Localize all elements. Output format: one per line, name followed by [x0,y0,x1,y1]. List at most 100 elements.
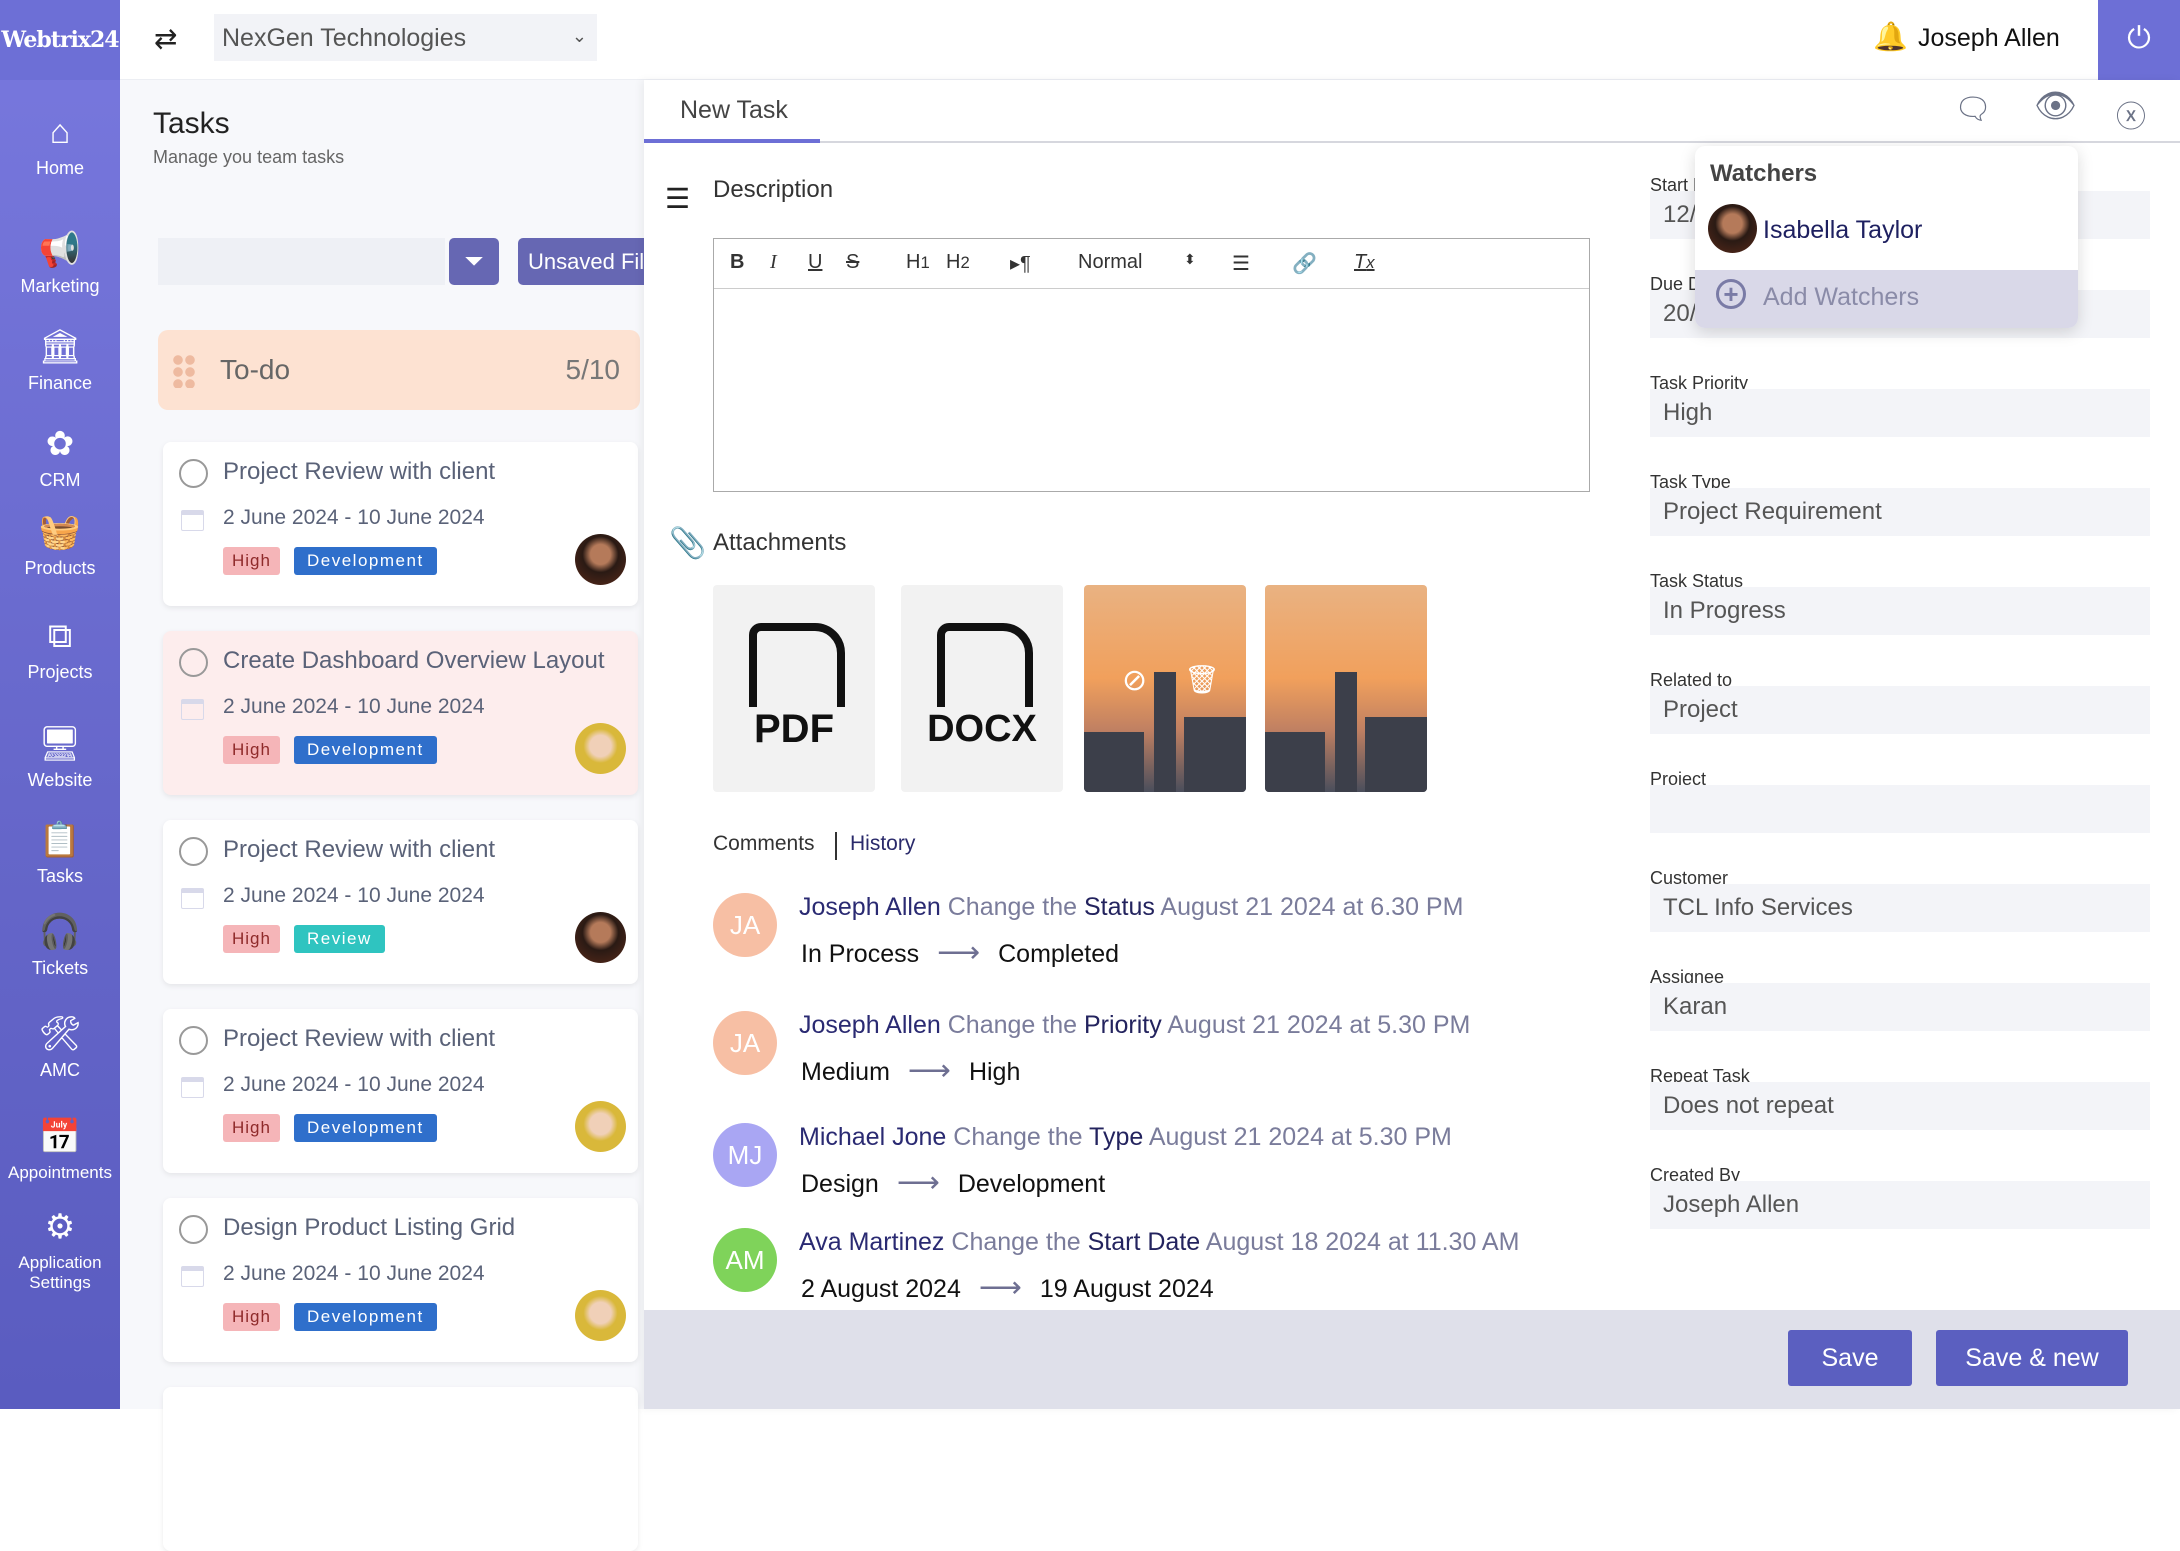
arrow-right-icon: ⟶ [907,1054,951,1087]
power-icon[interactable]: ⏻ [2098,0,2180,80]
field-task-status[interactable]: In Progress [1650,587,2150,635]
paragraph-direction-icon[interactable]: ▸¶ [1010,251,1031,276]
sidebar-item-website[interactable]: 🖥 Website [0,722,120,791]
sidebar-item-marketing[interactable]: 📢 Marketing [0,228,120,297]
strikethrough-icon[interactable]: S [846,251,859,274]
task-title: Project Review with client [223,1025,496,1052]
field-repeat-task[interactable]: Does not repeat [1650,1082,2150,1130]
column-header-todo[interactable]: To-do 5/10 [158,330,640,410]
heading2-icon[interactable]: H2 [946,251,970,274]
sidebar-item-application-settings[interactable]: ⚙ Application Settings [0,1205,120,1293]
headset-icon: 🎧 [38,913,82,951]
history-verb: Change the [947,1011,1078,1039]
history-time: August 18 2024 at 11.30 AM [1205,1228,1520,1256]
heading1-icon[interactable]: H1 [906,251,930,274]
select-arrows-icon[interactable]: ⬍ [1184,251,1196,268]
attachments-label: Attachments [713,529,847,556]
format-select[interactable]: Normal [1078,251,1142,274]
add-watchers-label: Add Watchers [1763,283,1920,311]
task-card[interactable]: Project Review with client 2 June 2024 - … [163,820,638,984]
watcher-name[interactable]: Isabella Taylor [1763,216,1922,245]
field-assignee[interactable]: Karan [1650,983,2150,1031]
avatar [575,1290,626,1341]
user-name[interactable]: Joseph Allen [1918,24,2060,53]
task-card[interactable]: Design Product Listing Grid 2 June 2024 -… [163,1198,638,1362]
add-watchers-button[interactable]: + Add Watchers [1695,270,2078,328]
search-input[interactable] [158,238,445,285]
divider [835,832,837,860]
clear-format-icon[interactable]: Tx [1354,251,1375,274]
task-card[interactable]: Create Dashboard Overview Layout 2 June 2… [163,631,638,795]
history-user[interactable]: Joseph Allen [799,1011,941,1039]
save-button[interactable]: Save [1788,1330,1912,1386]
checkbox[interactable] [179,1215,208,1244]
eye-icon[interactable]: 👁 [2034,86,2077,126]
field-created-by[interactable]: Joseph Allen [1650,1181,2150,1229]
filter-icon[interactable]: ⏷ [449,238,499,285]
field-task-priority[interactable]: High [1650,389,2150,437]
projects-icon: ⧉ [47,617,73,655]
history-user[interactable]: Michael Jone [799,1123,946,1151]
field-related-to[interactable]: Project [1650,686,2150,734]
sidebar-item-appointments[interactable]: 📅 Appointments [0,1115,120,1183]
avatar [575,534,626,585]
sidebar-item-label: Application Settings [18,1253,102,1292]
swap-icon[interactable]: ⇄ [154,22,177,55]
attachment-image[interactable]: ⊘ 🗑 [1084,585,1246,792]
sidebar-item-tasks[interactable]: 📋 Tasks [0,818,120,887]
sidebar-item-home[interactable]: ⌂ Home [0,110,120,179]
tab-new-task[interactable]: New Task [680,96,788,125]
underline-icon[interactable]: U [808,251,822,274]
sidebar-item-crm[interactable]: ✿ CRM [0,422,120,491]
link-icon[interactable]: 🔗 [1292,251,1317,276]
sidebar-item-projects[interactable]: ⧉ Projects [0,614,120,683]
checkbox[interactable] [179,648,208,677]
sidebar-item-products[interactable]: 🧺 Products [0,510,120,579]
gears-icon: ⚙ [44,1208,76,1246]
hide-icon[interactable]: ⊘ [1122,663,1147,698]
sidebar-item-finance[interactable]: 🏛 Finance [0,325,120,394]
logo[interactable]: Webtrix24 [0,0,120,80]
avatar: AM [713,1228,777,1292]
comment-icon[interactable]: 🗨 [1954,92,1992,127]
task-dates: 2 June 2024 - 10 June 2024 [223,884,485,907]
unsaved-filter-button[interactable]: Unsaved Filter [518,238,644,285]
company-select[interactable]: NexGen Technologies ⌄ [214,14,597,61]
field-project[interactable] [1650,785,2150,833]
tab-comments[interactable]: Comments [713,832,815,856]
sidebar-item-label: Products [24,558,96,578]
description-editor[interactable]: B I U S H1 H2 ▸¶ Normal ⬍ ☰ 🔗 Tx [713,238,1590,492]
attachment-image[interactable] [1265,585,1427,792]
attachment-pdf[interactable]: PDF [713,585,875,792]
task-card[interactable]: Project Review with client 2 June 2024 - … [163,1009,638,1173]
bell-icon[interactable]: 🔔 [1873,20,1908,53]
task-card[interactable]: Project Review with client 2 June 2024 - … [163,442,638,606]
italic-icon[interactable]: I [770,251,777,274]
checkbox[interactable] [179,837,208,866]
sidebar-item-amc[interactable]: 🛠 AMC [0,1012,120,1081]
close-icon[interactable]: ⓧ [2116,92,2146,136]
paperclip-icon: 📎 [669,527,707,560]
history-field: Start Date [1087,1228,1201,1256]
tab-history[interactable]: History [850,832,915,856]
priority-badge: High [223,1303,280,1331]
trash-icon[interactable]: 🗑 [1184,663,1220,696]
drag-handle-icon[interactable] [172,354,196,388]
field-customer[interactable]: TCL Info Services [1650,884,2150,932]
history-user[interactable]: Joseph Allen [799,893,941,921]
checkbox[interactable] [179,459,208,488]
calendar-icon [181,510,204,531]
task-card[interactable] [163,1387,638,1551]
history-time: August 21 2024 at 5.30 PM [1167,1011,1471,1039]
sidebar-item-tickets[interactable]: 🎧 Tickets [0,910,120,979]
new-value: Development [957,1170,1106,1198]
checkbox[interactable] [179,1026,208,1055]
bold-icon[interactable]: B [730,251,744,274]
attachment-docx[interactable]: DOCX [901,585,1063,792]
field-task-type[interactable]: Project Requirement [1650,488,2150,536]
type-badge: Development [294,547,437,575]
save-and-new-button[interactable]: Save & new [1936,1330,2128,1386]
avatar: JA [713,893,777,957]
history-user[interactable]: Ava Martinez [799,1228,944,1256]
align-icon[interactable]: ☰ [1232,251,1250,276]
